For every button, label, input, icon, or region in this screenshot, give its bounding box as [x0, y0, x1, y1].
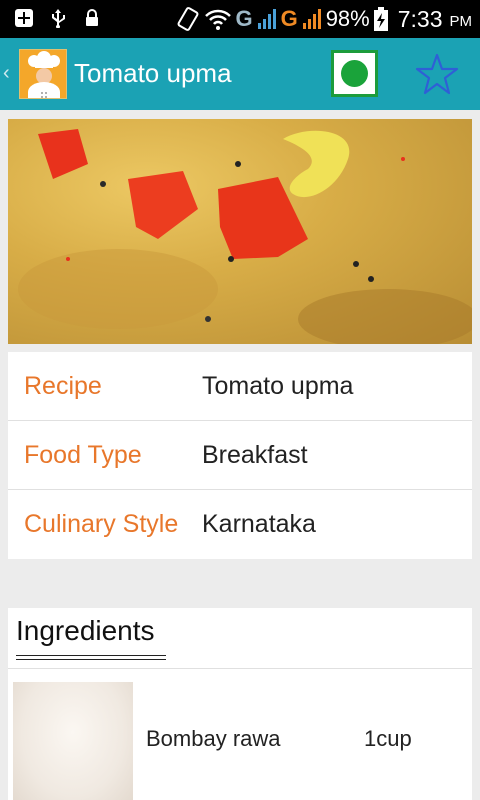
detail-value: Tomato upma [202, 372, 354, 400]
add-box-icon [15, 9, 33, 27]
ingredient-item[interactable]: Bombay rawa 1cup [8, 669, 472, 800]
wifi-icon [205, 9, 232, 30]
detail-value: Breakfast [202, 441, 308, 469]
network-type-1: G [235, 6, 253, 31]
chef-icon[interactable] [19, 49, 67, 99]
chevron-left-icon[interactable]: ‹ [3, 62, 10, 85]
network-type-2: G [280, 6, 298, 31]
star-outline-icon[interactable] [415, 52, 459, 96]
veg-mark-icon [331, 50, 378, 97]
battery-percent: 98% [325, 6, 370, 31]
clock-ampm: PM [449, 13, 473, 30]
detail-label: Recipe [24, 372, 102, 400]
title-underline [16, 655, 166, 660]
detail-label: Food Type [24, 441, 142, 469]
detail-row-culinary-style: Culinary Style Karnataka [8, 490, 472, 559]
clock-time: 7:33 [397, 5, 443, 32]
page-title: Tomato upma [74, 58, 232, 88]
notification-icons [14, 8, 102, 28]
system-status: G G 98% 7:33 PM [175, 0, 472, 38]
ingredients-title: Ingredients [16, 615, 155, 646]
ingredient-photo [13, 682, 133, 800]
detail-row-recipe: Recipe Tomato upma [8, 352, 472, 421]
signal-icon [257, 9, 276, 29]
ingredients-header: Ingredients [8, 608, 472, 669]
recipe-details-card: Recipe Tomato upma Food Type Breakfast C… [8, 352, 472, 559]
lock-icon [86, 9, 98, 26]
detail-label: Culinary Style [24, 510, 179, 538]
signal-icon-2 [302, 9, 321, 29]
detail-row-food-type: Food Type Breakfast [8, 421, 472, 490]
detail-value: Karnataka [202, 510, 316, 538]
vibrate-icon [177, 7, 199, 31]
action-bar: ‹ Tomato upma [0, 38, 480, 110]
battery-charging-icon [373, 7, 388, 31]
recipe-photo [8, 119, 472, 344]
usb-icon [52, 9, 65, 28]
ingredient-name: Bombay rawa [146, 726, 281, 751]
ingredient-quantity: 1cup [364, 726, 412, 751]
status-bar: G G 98% 7:33 PM [0, 0, 480, 38]
ingredients-card: Ingredients Bombay rawa 1cup [8, 608, 472, 800]
veg-dot [341, 60, 368, 87]
